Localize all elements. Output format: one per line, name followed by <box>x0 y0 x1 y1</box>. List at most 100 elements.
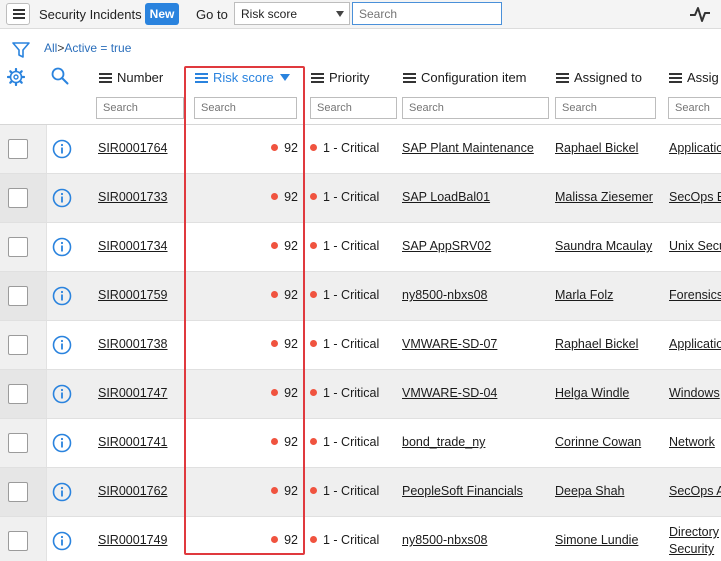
column-menu-icon[interactable] <box>311 72 324 83</box>
configuration-item-link[interactable]: SAP LoadBal01 <box>402 190 490 204</box>
configuration-item-link[interactable]: ny8500-nbxs08 <box>402 533 487 547</box>
filter-icon[interactable] <box>12 41 30 59</box>
table-row[interactable]: SIR0001738 92 1 - Critical VMWARE-SD-07 Raph… <box>0 321 721 370</box>
risk-score-cell: 92 <box>190 517 298 561</box>
configuration-item-link[interactable]: VMWARE-SD-04 <box>402 386 497 400</box>
row-checkbox[interactable] <box>8 237 28 257</box>
row-checkbox[interactable] <box>8 433 28 453</box>
assignment-group-link[interactable]: Network <box>669 435 721 449</box>
assignment-group-link[interactable]: Directory Security <box>669 524 721 558</box>
risk-score-search-input[interactable] <box>194 97 297 119</box>
breadcrumb-filter[interactable]: Active = true <box>64 41 131 55</box>
configuration-item-link[interactable]: SAP Plant Maintenance <box>402 141 534 155</box>
table-row[interactable]: SIR0001759 92 1 - Critical ny8500-nbxs08 Mar… <box>0 272 721 321</box>
pulse-icon[interactable] <box>689 4 711 24</box>
risk-indicator-dot <box>271 438 279 445</box>
risk-score-value: 92 <box>271 386 298 400</box>
goto-field-select[interactable]: Risk score <box>234 2 350 25</box>
incident-number-link[interactable]: SIR0001738 <box>98 337 168 351</box>
risk-indicator-dot <box>271 389 279 396</box>
configuration-item-link[interactable]: VMWARE-SD-07 <box>402 337 497 351</box>
priority-indicator-dot <box>310 144 317 151</box>
info-icon[interactable] <box>52 531 72 551</box>
configuration-item-link[interactable]: SAP AppSRV02 <box>402 239 491 253</box>
configuration-item-link[interactable]: bond_trade_ny <box>402 435 485 449</box>
assigned-to-link[interactable]: Helga Windle <box>555 386 629 400</box>
configuration-item-link[interactable]: ny8500-nbxs08 <box>402 288 487 302</box>
new-button[interactable]: New <box>145 3 179 25</box>
table-row[interactable]: SIR0001747 92 1 - Critical VMWARE-SD-04 Helg… <box>0 370 721 419</box>
assignment-group-search-input[interactable] <box>668 97 721 119</box>
row-checkbox[interactable] <box>8 335 28 355</box>
column-menu-icon[interactable] <box>556 72 569 83</box>
column-header-priority[interactable]: Priority <box>311 70 369 85</box>
assigned-to-link[interactable]: Malissa Ziesemer <box>555 190 653 204</box>
assigned-to-link[interactable]: Raphael Bickel <box>555 141 638 155</box>
info-icon[interactable] <box>52 286 72 306</box>
sort-descending-icon[interactable] <box>279 74 290 81</box>
column-header-number[interactable]: Number <box>99 70 163 85</box>
row-select-cell <box>0 419 47 467</box>
assignment-group-link[interactable]: Applicatio <box>669 141 721 155</box>
info-icon[interactable] <box>52 384 72 404</box>
assignment-group-link[interactable]: Applicatio <box>669 337 721 351</box>
breadcrumb-all[interactable]: All <box>44 41 57 55</box>
assigned-to-link[interactable]: Deepa Shah <box>555 484 625 498</box>
info-icon[interactable] <box>52 433 72 453</box>
configuration-item-search-input[interactable] <box>402 97 549 119</box>
priority-search-input[interactable] <box>310 97 397 119</box>
assigned-to-link[interactable]: Simone Lundie <box>555 533 638 547</box>
table-row[interactable]: SIR0001762 92 1 - Critical PeopleSoft Finan… <box>0 468 721 517</box>
incident-number-link[interactable]: SIR0001734 <box>98 239 168 253</box>
assigned-to-link[interactable]: Saundra Mcaulay <box>555 239 652 253</box>
incident-number-link[interactable]: SIR0001747 <box>98 386 168 400</box>
row-checkbox[interactable] <box>8 188 28 208</box>
table-row[interactable]: SIR0001734 92 1 - Critical SAP AppSRV02 Saun… <box>0 223 721 272</box>
number-search-input[interactable] <box>96 97 184 119</box>
row-checkbox[interactable] <box>8 384 28 404</box>
assignment-group-link[interactable]: Forensics <box>669 288 721 302</box>
incident-number-link[interactable]: SIR0001741 <box>98 435 168 449</box>
row-checkbox[interactable] <box>8 139 28 159</box>
assigned-to-link[interactable]: Corinne Cowan <box>555 435 641 449</box>
incident-number-link[interactable]: SIR0001759 <box>98 288 168 302</box>
info-icon[interactable] <box>52 335 72 355</box>
row-select-cell <box>0 370 47 418</box>
row-checkbox[interactable] <box>8 286 28 306</box>
table-row[interactable]: SIR0001749 92 1 - Critical ny8500-nbxs08 Sim… <box>0 517 721 561</box>
incident-number-link[interactable]: SIR0001762 <box>98 484 168 498</box>
incident-number-link[interactable]: SIR0001764 <box>98 141 168 155</box>
incident-number-link[interactable]: SIR0001733 <box>98 190 168 204</box>
row-checkbox[interactable] <box>8 482 28 502</box>
assigned-to-search-input[interactable] <box>555 97 656 119</box>
goto-selected-value: Risk score <box>241 7 298 21</box>
info-icon[interactable] <box>52 237 72 257</box>
assigned-to-link[interactable]: Marla Folz <box>555 288 613 302</box>
info-icon[interactable] <box>52 188 72 208</box>
column-menu-icon[interactable] <box>99 72 112 83</box>
info-icon[interactable] <box>52 139 72 159</box>
configuration-item-link[interactable]: PeopleSoft Financials <box>402 484 523 498</box>
column-header-assigned-to[interactable]: Assigned to <box>556 70 642 85</box>
column-menu-icon[interactable] <box>669 72 682 83</box>
table-row[interactable]: SIR0001764 92 1 - Critical SAP Plant Mainte… <box>0 125 721 174</box>
assignment-group-link[interactable]: Windows <box>669 386 721 400</box>
column-menu-icon[interactable] <box>403 72 416 83</box>
gear-icon[interactable] <box>7 68 25 86</box>
incident-number-link[interactable]: SIR0001749 <box>98 533 168 547</box>
row-checkbox[interactable] <box>8 531 28 551</box>
table-row[interactable]: SIR0001733 92 1 - Critical SAP LoadBal01 Mal… <box>0 174 721 223</box>
column-menu-icon[interactable] <box>195 72 208 83</box>
hamburger-icon[interactable] <box>6 3 30 25</box>
assignment-group-link[interactable]: SecOps E <box>669 190 721 204</box>
info-icon[interactable] <box>52 482 72 502</box>
assignment-group-link[interactable]: SecOps A <box>669 484 721 498</box>
assignment-group-link[interactable]: Unix Secu <box>669 239 721 253</box>
search-icon[interactable] <box>51 67 69 85</box>
column-header-risk-score[interactable]: Risk score <box>195 70 290 85</box>
column-header-configuration-item[interactable]: Configuration item <box>403 70 527 85</box>
table-row[interactable]: SIR0001741 92 1 - Critical bond_trade_ny Cor… <box>0 419 721 468</box>
assigned-to-link[interactable]: Raphael Bickel <box>555 337 638 351</box>
list-search-input[interactable] <box>352 2 502 25</box>
column-header-assignment-group[interactable]: Assig <box>669 70 719 85</box>
